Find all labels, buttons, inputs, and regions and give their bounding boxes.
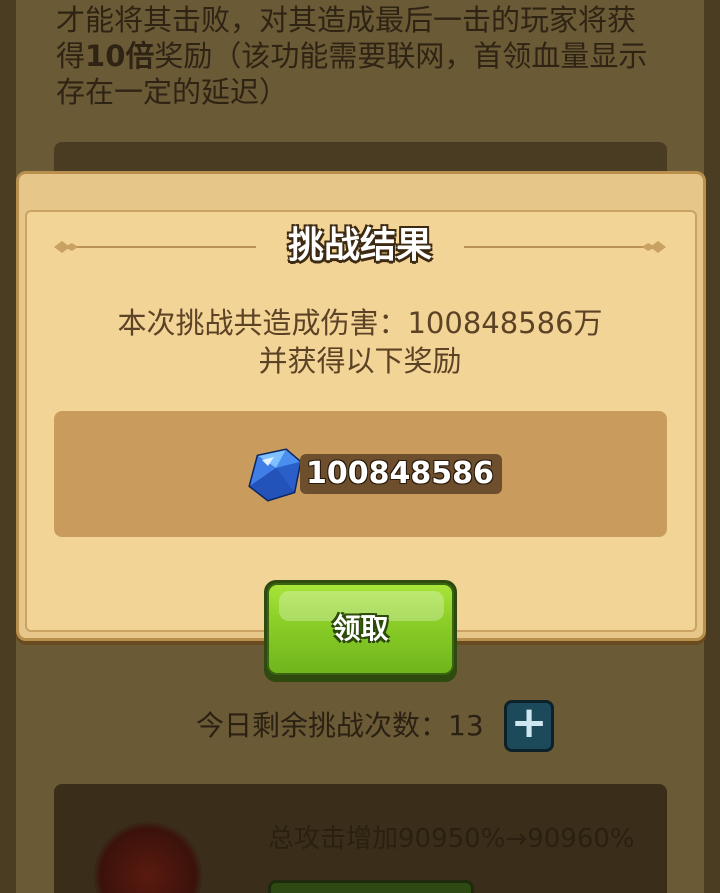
blue-gem-icon [248, 448, 302, 502]
reward-amount: 100848586 [300, 454, 502, 494]
background-right-edge [704, 0, 720, 893]
claim-button-face: 领取 [267, 583, 454, 675]
damage-message: 本次挑战共造成伤害：100848586万 [117, 306, 603, 340]
boss-description-line3: 存在一定的延迟） [56, 75, 289, 109]
claim-button[interactable]: 领取 [264, 580, 457, 682]
boss-description: 才能将其击败，对其造成最后一击的玩家将获 得10倍奖励（该功能需要联网，首领血量… [56, 2, 676, 110]
title-ornament-right [464, 241, 666, 253]
add-challenges-button[interactable]: + [504, 700, 554, 752]
attack-bonus-text: 总攻击增加90950%→90960% [268, 824, 635, 854]
title-ornament-left [54, 241, 256, 253]
reward-message: 并获得以下奖励 [258, 344, 462, 378]
claim-button-label: 领取 [332, 612, 389, 645]
upgrade-button[interactable] [268, 880, 474, 893]
boss-description-line1: 才能将其击败，对其造成最后一击的玩家将获 [56, 3, 637, 37]
background-left-edge [0, 0, 16, 893]
boss-description-line2: 得10倍奖励（该功能需要联网，首领血量显示 [56, 39, 648, 73]
remaining-challenges-label: 今日剩余挑战次数：13 [196, 709, 484, 742]
